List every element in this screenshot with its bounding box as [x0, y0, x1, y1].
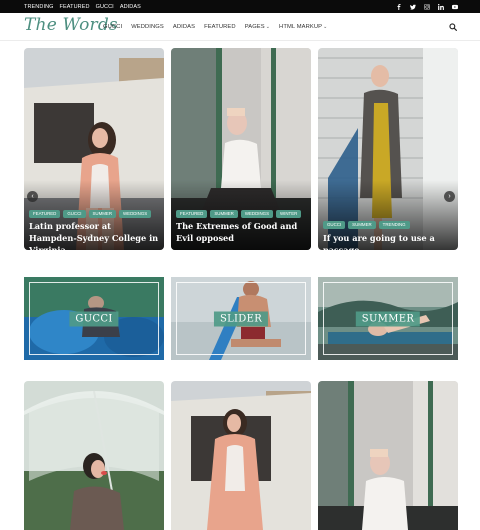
- tag-featured[interactable]: FEATURED: [176, 210, 208, 219]
- slide-tags: FEATURED SUMMER WEDDINGS WINTER: [176, 210, 302, 219]
- slide-title[interactable]: The Extremes of Good and Evil opposed: [176, 220, 306, 244]
- top-link-featured[interactable]: FEATURED: [60, 4, 90, 10]
- slide-card[interactable]: FEATURED GUCCI SUMMER WEDDINGS Latin pro…: [24, 48, 164, 250]
- slide-card[interactable]: GUCCI SUMMER TRENDING If you are going t…: [318, 48, 458, 250]
- nav-label: FEATURED: [204, 24, 236, 30]
- nav-item-featured[interactable]: FEATURED: [204, 24, 236, 30]
- nav-label: GUCCI: [103, 24, 123, 30]
- tag-summer[interactable]: SUMMER: [210, 210, 238, 219]
- nav-item-gucci[interactable]: GUCCI: [103, 24, 122, 30]
- chevron-down-icon: ⌄: [265, 24, 271, 30]
- main-nav: GUCCI WEDDINGS ADIDAS FEATURED PAGES ⌄ HT…: [103, 13, 327, 41]
- social-links: [395, 0, 458, 13]
- category-tile-gucci[interactable]: GUCCI: [24, 277, 164, 360]
- nav-label: PAGES: [244, 24, 265, 30]
- tag-trending[interactable]: TRENDING: [378, 221, 410, 230]
- tag-gucci[interactable]: GUCCI: [323, 221, 346, 230]
- youtube-icon[interactable]: [451, 3, 458, 10]
- post-image: [318, 381, 458, 530]
- slide-tags: FEATURED GUCCI SUMMER WEDDINGS: [29, 210, 152, 219]
- nav-label: WEDDINGS: [131, 24, 164, 30]
- twitter-icon[interactable]: [409, 3, 416, 10]
- tag-weddings[interactable]: WEDDINGS: [240, 210, 274, 219]
- search-icon[interactable]: [449, 23, 457, 31]
- top-link-gucci[interactable]: GUCCI: [96, 4, 114, 10]
- nav-label: HTML MARKUP: [279, 24, 323, 30]
- post-image: [171, 381, 311, 530]
- tag-featured[interactable]: FEATURED: [29, 210, 61, 219]
- slide-card[interactable]: FEATURED SUMMER WEDDINGS WINTER The Extr…: [171, 48, 311, 250]
- nav-item-pages[interactable]: PAGES ⌄: [245, 24, 270, 30]
- category-label: SUMMER: [355, 311, 421, 326]
- tag-gucci[interactable]: GUCCI: [63, 210, 86, 219]
- tag-summer[interactable]: SUMMER: [348, 221, 376, 230]
- top-link-trending[interactable]: TRENDING: [24, 4, 54, 10]
- top-nav: TRENDING FEATURED GUCCI ADIDAS: [24, 0, 141, 13]
- slide-title[interactable]: Latin professor at Hampden-Sydney Colleg…: [29, 220, 159, 250]
- post-image: [24, 381, 164, 530]
- nav-item-adidas[interactable]: ADIDAS: [173, 24, 195, 30]
- nav-label: ADIDAS: [172, 24, 196, 30]
- facebook-icon[interactable]: [395, 3, 402, 10]
- chevron-left-icon[interactable]: ‹: [27, 191, 38, 202]
- chevron-down-icon: ⌄: [323, 24, 328, 30]
- nav-item-weddings[interactable]: WEDDINGS: [131, 24, 164, 30]
- tag-summer[interactable]: SUMMER: [88, 210, 117, 219]
- chevron-right-icon[interactable]: ›: [444, 191, 455, 202]
- tag-weddings[interactable]: WEDDINGS: [119, 210, 152, 219]
- top-link-adidas[interactable]: ADIDAS: [120, 4, 141, 10]
- post-card[interactable]: [318, 381, 458, 530]
- linkedin-icon[interactable]: [437, 3, 444, 10]
- category-tile-slider[interactable]: SLIDER: [171, 277, 311, 360]
- tag-winter[interactable]: WINTER: [276, 210, 302, 219]
- top-bar: TRENDING FEATURED GUCCI ADIDAS: [0, 0, 480, 13]
- instagram-icon[interactable]: [423, 3, 430, 10]
- post-card[interactable]: [171, 381, 311, 530]
- nav-item-html-markup[interactable]: HTML MARKUP ⌄: [279, 24, 327, 30]
- post-card[interactable]: [24, 381, 164, 530]
- site-header: The Words GUCCI WEDDINGS ADIDAS FEATURED…: [0, 13, 480, 41]
- category-label: SLIDER: [213, 311, 269, 326]
- featured-slider: FEATURED GUCCI SUMMER WEDDINGS Latin pro…: [24, 48, 458, 250]
- slide-title[interactable]: If you are going to use a passage: [323, 232, 453, 250]
- slide-tags: GUCCI SUMMER TRENDING: [323, 221, 410, 230]
- category-tile-summer[interactable]: SUMMER: [318, 277, 458, 360]
- category-label: GUCCI: [69, 311, 119, 326]
